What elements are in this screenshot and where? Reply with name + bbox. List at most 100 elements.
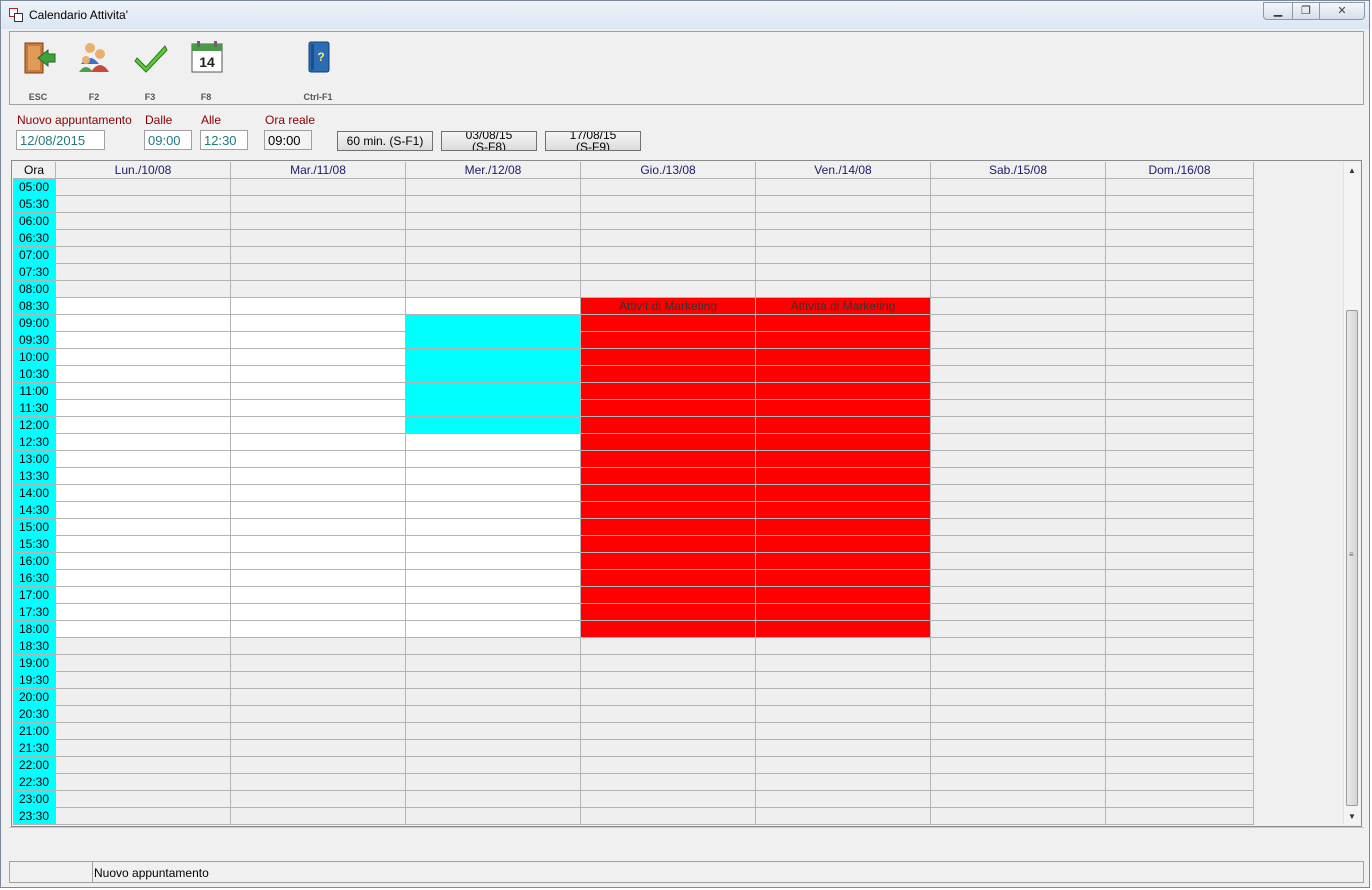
appointment-label[interactable]: Attività di Marketing — [756, 298, 931, 315]
time-slot-cell[interactable] — [406, 536, 581, 553]
time-slot-cell[interactable] — [1106, 400, 1254, 417]
time-slot-cell[interactable] — [1106, 638, 1254, 655]
time-slot-cell[interactable] — [1106, 740, 1254, 757]
time-slot-cell[interactable] — [56, 434, 231, 451]
time-slot-cell[interactable] — [406, 672, 581, 689]
appointment-cell[interactable] — [756, 536, 931, 553]
time-slot-cell[interactable] — [581, 740, 756, 757]
appointment-cell[interactable] — [756, 570, 931, 587]
prev-week-button[interactable]: 03/08/15 (S-F8) — [441, 131, 537, 151]
time-slot-cell[interactable] — [581, 689, 756, 706]
time-slot-cell[interactable] — [56, 264, 231, 281]
time-slot-cell[interactable] — [56, 349, 231, 366]
time-slot-cell[interactable] — [581, 774, 756, 791]
time-slot-cell[interactable] — [756, 723, 931, 740]
time-slot-cell[interactable] — [581, 672, 756, 689]
appointment-cell[interactable] — [756, 468, 931, 485]
appointment-cell[interactable] — [581, 315, 756, 332]
time-slot-cell[interactable] — [581, 791, 756, 808]
time-slot-cell[interactable] — [406, 281, 581, 298]
time-slot-cell[interactable] — [231, 689, 406, 706]
time-slot-cell[interactable] — [406, 757, 581, 774]
time-slot-cell[interactable] — [931, 485, 1106, 502]
appointment-label[interactable]: Attivit di Marketing — [581, 298, 756, 315]
time-slot-cell[interactable] — [931, 723, 1106, 740]
time-slot-cell[interactable] — [931, 638, 1106, 655]
appointment-cell[interactable] — [581, 332, 756, 349]
time-slot-cell[interactable] — [231, 298, 406, 315]
time-slot-cell[interactable] — [231, 213, 406, 230]
day-column-header[interactable]: Gio./13/08 — [581, 162, 756, 179]
time-slot-cell[interactable] — [231, 196, 406, 213]
day-column-header[interactable]: Mer./12/08 — [406, 162, 581, 179]
time-slot-cell[interactable] — [406, 264, 581, 281]
appointment-cell[interactable] — [406, 400, 581, 417]
time-slot-cell[interactable] — [1106, 213, 1254, 230]
f3-button[interactable]: F3 — [125, 38, 175, 102]
time-slot-cell[interactable] — [756, 179, 931, 196]
time-slot-cell[interactable] — [231, 264, 406, 281]
time-slot-cell[interactable] — [1106, 451, 1254, 468]
time-slot-cell[interactable] — [231, 468, 406, 485]
time-slot-cell[interactable] — [406, 638, 581, 655]
time-slot-cell[interactable] — [406, 655, 581, 672]
time-slot-cell[interactable] — [1106, 502, 1254, 519]
time-slot-cell[interactable] — [756, 791, 931, 808]
time-slot-cell[interactable] — [56, 179, 231, 196]
appointment-cell[interactable] — [581, 553, 756, 570]
appointment-cell[interactable] — [581, 434, 756, 451]
from-time-field[interactable] — [144, 130, 192, 150]
time-slot-cell[interactable] — [56, 621, 231, 638]
time-slot-cell[interactable] — [581, 706, 756, 723]
time-slot-cell[interactable] — [931, 383, 1106, 400]
time-slot-cell[interactable] — [1106, 485, 1254, 502]
appointment-cell[interactable] — [581, 383, 756, 400]
time-slot-cell[interactable] — [931, 689, 1106, 706]
time-slot-cell[interactable] — [756, 706, 931, 723]
time-slot-cell[interactable] — [406, 485, 581, 502]
time-slot-cell[interactable] — [231, 502, 406, 519]
time-slot-cell[interactable] — [1106, 519, 1254, 536]
time-slot-cell[interactable] — [931, 621, 1106, 638]
time-slot-cell[interactable] — [581, 808, 756, 825]
appointment-cell[interactable] — [581, 621, 756, 638]
time-slot-cell[interactable] — [56, 570, 231, 587]
time-slot-cell[interactable] — [56, 553, 231, 570]
time-slot-cell[interactable] — [931, 281, 1106, 298]
time-slot-cell[interactable] — [931, 349, 1106, 366]
appointment-cell[interactable] — [406, 417, 581, 434]
time-slot-cell[interactable] — [231, 757, 406, 774]
appointment-cell[interactable] — [406, 349, 581, 366]
time-slot-cell[interactable] — [931, 468, 1106, 485]
esc-button[interactable]: ESC — [13, 38, 63, 102]
time-slot-cell[interactable] — [1106, 757, 1254, 774]
time-slot-cell[interactable] — [1106, 366, 1254, 383]
appointment-cell[interactable] — [581, 400, 756, 417]
time-slot-cell[interactable] — [931, 332, 1106, 349]
appointment-cell[interactable] — [756, 502, 931, 519]
time-slot-cell[interactable] — [56, 213, 231, 230]
time-slot-cell[interactable] — [231, 723, 406, 740]
time-slot-cell[interactable] — [931, 570, 1106, 587]
time-slot-cell[interactable] — [581, 213, 756, 230]
time-slot-cell[interactable] — [406, 723, 581, 740]
time-slot-cell[interactable] — [1106, 315, 1254, 332]
time-slot-cell[interactable] — [931, 604, 1106, 621]
time-slot-cell[interactable] — [1106, 230, 1254, 247]
time-slot-cell[interactable] — [1106, 604, 1254, 621]
day-column-header[interactable]: Ven./14/08 — [756, 162, 931, 179]
time-slot-cell[interactable] — [931, 400, 1106, 417]
time-slot-cell[interactable] — [931, 366, 1106, 383]
time-slot-cell[interactable] — [231, 604, 406, 621]
time-slot-cell[interactable] — [406, 621, 581, 638]
time-slot-cell[interactable] — [56, 808, 231, 825]
next-week-button[interactable]: 17/08/15 (S-F9) — [545, 131, 641, 151]
time-slot-cell[interactable] — [56, 519, 231, 536]
time-slot-cell[interactable] — [406, 502, 581, 519]
time-slot-cell[interactable] — [56, 774, 231, 791]
time-slot-cell[interactable] — [56, 247, 231, 264]
time-slot-cell[interactable] — [231, 349, 406, 366]
time-slot-cell[interactable] — [56, 638, 231, 655]
time-slot-cell[interactable] — [1106, 672, 1254, 689]
time-slot-cell[interactable] — [931, 298, 1106, 315]
